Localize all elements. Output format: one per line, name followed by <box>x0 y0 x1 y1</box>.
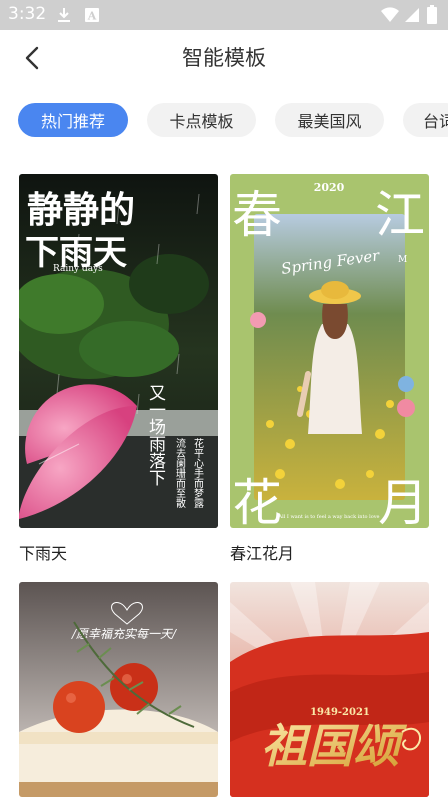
template-thumb-cake: /愿幸福充实每一天/ <box>19 582 218 797</box>
battery-icon <box>427 5 437 24</box>
template-name-rainy: 下雨天 <box>19 544 68 563</box>
download-icon <box>58 8 70 22</box>
template-thumb-motherland: 1949-2021 祖国颂 <box>230 582 429 797</box>
app-header: 智能模板 <box>0 30 448 86</box>
spring-brand: M <box>398 255 407 265</box>
template-card-rainy[interactable]: 静静的 下雨天 Rainy days 又一场雨落下 流去阑珊而至散 花平心手而梦… <box>19 174 218 566</box>
status-time: 3:32 <box>8 4 47 24</box>
spring-footnote: All I want is to feel a way back into lo… <box>277 514 379 520</box>
template-thumb-spring: 春 江 花 月 2020 M Spring Fever All I want i… <box>230 174 429 528</box>
rainy-subtitle: Rainy days <box>53 264 103 274</box>
template-name-spring: 春江花月 <box>230 544 295 563</box>
spring-corner-tr: 江 <box>375 186 425 244</box>
spring-corner-br: 月 <box>378 474 428 528</box>
template-card-motherland[interactable]: 1949-2021 祖国颂 <box>230 582 429 797</box>
template-thumb-rainy: 静静的 下雨天 Rainy days 又一场雨落下 流去阑珊而至散 花平心手而梦… <box>19 174 218 528</box>
tab-lines[interactable]: 台词 <box>403 103 448 137</box>
tab-beat-templates[interactable]: 卡点模板 <box>147 103 256 137</box>
tab-lines-label: 台词 <box>423 112 448 131</box>
category-tabs: 热门推荐 卡点模板 最美国风 台词 <box>0 100 448 140</box>
rainy-title-line1: 静静的 <box>27 189 135 231</box>
spring-corner-bl: 花 <box>232 474 282 528</box>
template-card-spring[interactable]: 春 江 花 月 2020 M Spring Fever All I want i… <box>230 174 429 566</box>
rainy-poem-col1: 又一场雨落下 <box>145 384 166 486</box>
signal-icon <box>405 8 419 22</box>
spring-corner-tl: 春 <box>232 186 282 244</box>
tab-chinese-style[interactable]: 最美国风 <box>275 103 384 137</box>
motherland-calligraphy: 祖国颂 <box>261 719 408 773</box>
status-bar: 3:32 A <box>0 0 448 30</box>
notification-a-icon: A <box>85 8 99 23</box>
wifi-icon <box>381 7 399 22</box>
page-title: 智能模板 <box>182 46 266 70</box>
tab-hot-recommend[interactable]: 热门推荐 <box>18 103 128 137</box>
template-card-cake[interactable]: /愿幸福充实每一天/ <box>19 582 218 797</box>
motherland-years: 1949-2021 <box>310 707 370 718</box>
spring-year: 2020 <box>314 181 345 194</box>
rainy-poem-col3: 花平心手而梦露 <box>192 437 204 509</box>
notification-a-text: A <box>87 10 97 23</box>
rainy-poem-col2: 流去阑珊而至散 <box>174 437 186 509</box>
cake-caption: /愿幸福充实每一天/ <box>71 627 178 641</box>
